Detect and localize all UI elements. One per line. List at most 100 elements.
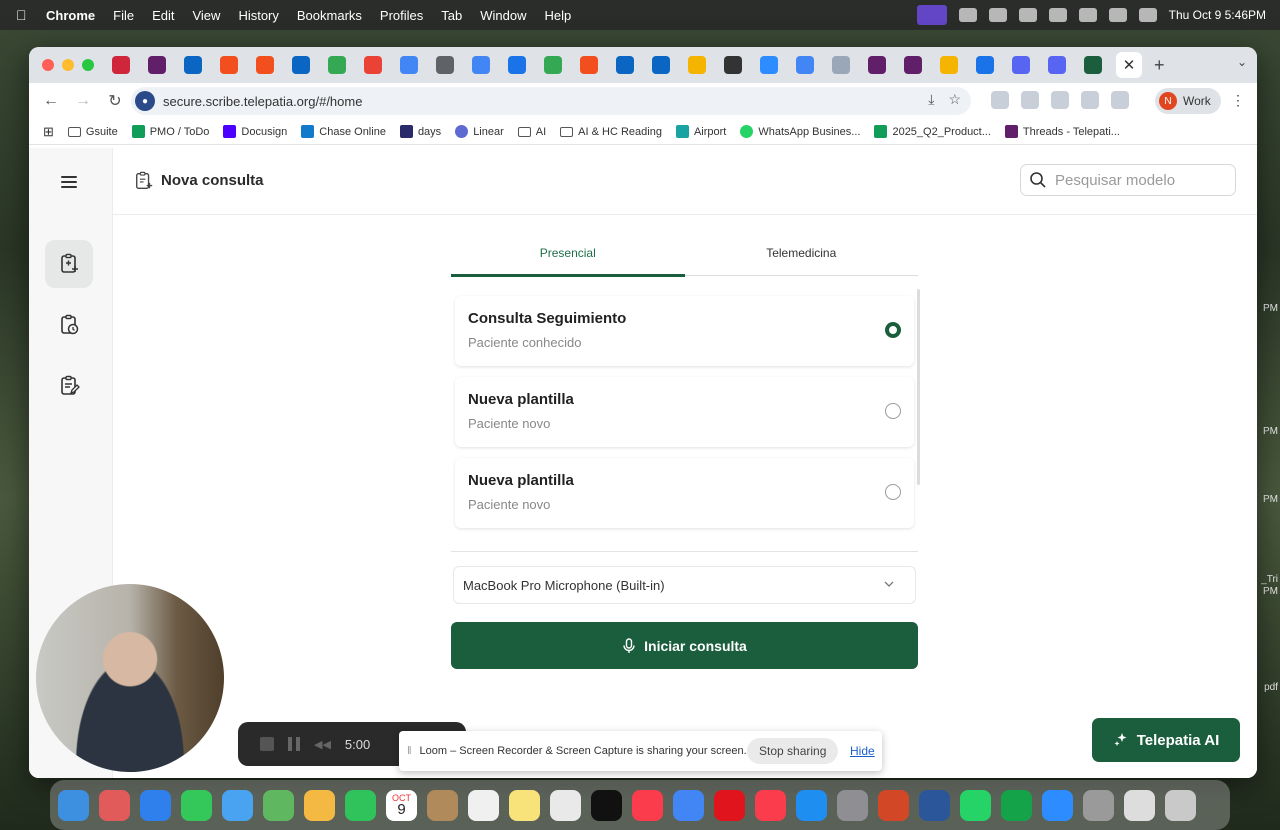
install-app-icon[interactable]: ⤓ xyxy=(928,91,934,108)
profile-button[interactable]: N Work xyxy=(1155,88,1221,114)
pause-icon[interactable] xyxy=(288,737,300,751)
reminders-icon[interactable] xyxy=(468,789,499,821)
photos-icon[interactable] xyxy=(304,789,335,821)
bookmark-whatsapp[interactable]: WhatsApp Busines... xyxy=(740,125,860,138)
apple-tv-icon[interactable] xyxy=(591,789,622,821)
tab-favicon[interactable] xyxy=(904,56,922,74)
grammarly-icon[interactable] xyxy=(1001,789,1032,821)
tab-telemedicina[interactable]: Telemedicina xyxy=(685,236,919,275)
site-info-icon[interactable]: ● xyxy=(135,91,155,111)
facetime-icon[interactable] xyxy=(345,789,376,821)
template-list-scrollbar[interactable] xyxy=(917,289,920,485)
tab-favicon[interactable] xyxy=(796,56,814,74)
mail-icon[interactable] xyxy=(222,789,253,821)
launchpad-icon[interactable] xyxy=(99,789,130,821)
tab-favicon[interactable] xyxy=(148,56,166,74)
tab-favicon[interactable] xyxy=(364,56,382,74)
tab-search-chevron-icon[interactable]: ⌄ xyxy=(1237,55,1247,69)
template-radio[interactable] xyxy=(885,484,901,500)
trash-icon[interactable] xyxy=(1165,789,1196,821)
downloads-stack-icon[interactable] xyxy=(1083,789,1114,821)
drag-handle-icon[interactable]: ‖ xyxy=(407,745,412,757)
forward-icon[interactable]: → xyxy=(73,92,93,110)
tab-favicon[interactable] xyxy=(976,56,994,74)
keyboard-input-icon[interactable] xyxy=(1018,8,1037,22)
bookmark-ai-hc-reading[interactable]: AI & HC Reading xyxy=(560,126,662,138)
tab-favicon[interactable] xyxy=(832,56,850,74)
close-tab-icon[interactable]: ✕ xyxy=(1116,52,1142,78)
tab-favicon[interactable] xyxy=(868,56,886,74)
tab-favicon[interactable] xyxy=(400,56,418,74)
bookmark-linear[interactable]: Linear xyxy=(455,125,504,138)
tab-favicon[interactable] xyxy=(688,56,706,74)
new-tab-icon[interactable]: + xyxy=(1154,55,1165,76)
sidebar-item-new-consultation[interactable] xyxy=(45,240,93,288)
tab-favicon[interactable] xyxy=(292,56,310,74)
tab-favicon[interactable] xyxy=(760,56,778,74)
menubar-clock[interactable]: Thu Oct 9 5:46PM xyxy=(1169,8,1266,22)
battery-icon[interactable] xyxy=(1048,8,1067,22)
url-text[interactable]: secure.scribe.telepatia.org/#/home xyxy=(163,94,362,109)
menu-bookmarks[interactable]: Bookmarks xyxy=(297,8,362,23)
powerpoint-icon[interactable] xyxy=(878,789,909,821)
tab-favicon[interactable] xyxy=(724,56,742,74)
maps-icon[interactable] xyxy=(263,789,294,821)
menu-file[interactable]: File xyxy=(113,8,134,23)
tab-favicon[interactable] xyxy=(652,56,670,74)
stop-recording-icon[interactable] xyxy=(260,737,274,751)
tab-favicon-active[interactable] xyxy=(1084,56,1102,74)
tab-favicon[interactable] xyxy=(544,56,562,74)
template-card[interactable]: Nueva plantilla Paciente novo xyxy=(455,377,914,447)
screen-share-icon[interactable] xyxy=(916,5,947,25)
close-window-button[interactable] xyxy=(42,59,54,71)
menu-app-name[interactable]: Chrome xyxy=(46,8,95,23)
spotlight-search-icon[interactable] xyxy=(1108,8,1127,22)
stop-sharing-button[interactable]: Stop sharing xyxy=(747,738,839,764)
music-icon[interactable] xyxy=(632,789,663,821)
microphone-select[interactable]: MacBook Pro Microphone (Built-in) xyxy=(453,566,916,604)
notes-icon[interactable] xyxy=(509,789,540,821)
wifi-icon[interactable] xyxy=(1078,8,1097,22)
system-settings-icon[interactable] xyxy=(837,789,868,821)
grammarly-tray-icon[interactable] xyxy=(988,8,1007,22)
address-bar[interactable]: ● secure.scribe.telepatia.org/#/home ⤓ ☆ xyxy=(131,87,971,115)
hamburger-menu-icon[interactable] xyxy=(61,176,77,188)
word-icon[interactable] xyxy=(919,789,950,821)
menu-window[interactable]: Window xyxy=(480,8,526,23)
zoom-tray-icon[interactable] xyxy=(958,8,977,22)
template-card[interactable]: Nueva plantilla Paciente novo xyxy=(455,458,914,528)
chrome-icon[interactable] xyxy=(673,789,704,821)
bookmark-chase[interactable]: Chase Online xyxy=(301,125,386,138)
extension-icon[interactable] xyxy=(1081,91,1099,109)
tab-favicon[interactable] xyxy=(256,56,274,74)
bookmark-ai[interactable]: AI xyxy=(517,126,546,138)
template-card[interactable]: Consulta Seguimiento Paciente conhecido xyxy=(455,296,914,366)
tab-favicon[interactable] xyxy=(616,56,634,74)
template-search[interactable] xyxy=(1020,164,1236,196)
chrome-menu-icon[interactable]: ⋮ xyxy=(1231,92,1245,109)
zoom-window-button[interactable] xyxy=(82,59,94,71)
tab-favicon[interactable] xyxy=(1012,56,1030,74)
menu-view[interactable]: View xyxy=(192,8,220,23)
news-icon[interactable] xyxy=(755,789,786,821)
apple-menu-icon[interactable]:  xyxy=(16,7,34,23)
whatsapp-icon[interactable] xyxy=(960,789,991,821)
bookmark-airport[interactable]: Airport xyxy=(675,125,726,138)
contacts-icon[interactable] xyxy=(427,789,458,821)
zoom-icon[interactable] xyxy=(1042,789,1073,821)
safari-icon[interactable] xyxy=(140,789,171,821)
back-icon[interactable]: ← xyxy=(41,92,61,110)
minimize-window-button[interactable] xyxy=(62,59,74,71)
documents-stack-icon[interactable] xyxy=(1124,789,1155,821)
menu-tab[interactable]: Tab xyxy=(441,8,462,23)
restart-icon[interactable]: ◀◀ xyxy=(314,738,331,751)
tab-favicon[interactable] xyxy=(472,56,490,74)
extension-icon[interactable] xyxy=(1021,91,1039,109)
calendar-icon[interactable]: OCT 9 xyxy=(386,789,417,821)
menu-help[interactable]: Help xyxy=(545,8,572,23)
tab-favicon[interactable] xyxy=(220,56,238,74)
app-store-icon[interactable] xyxy=(796,789,827,821)
tab-favicon[interactable] xyxy=(940,56,958,74)
template-radio-selected[interactable] xyxy=(885,322,901,338)
messages-icon[interactable] xyxy=(181,789,212,821)
